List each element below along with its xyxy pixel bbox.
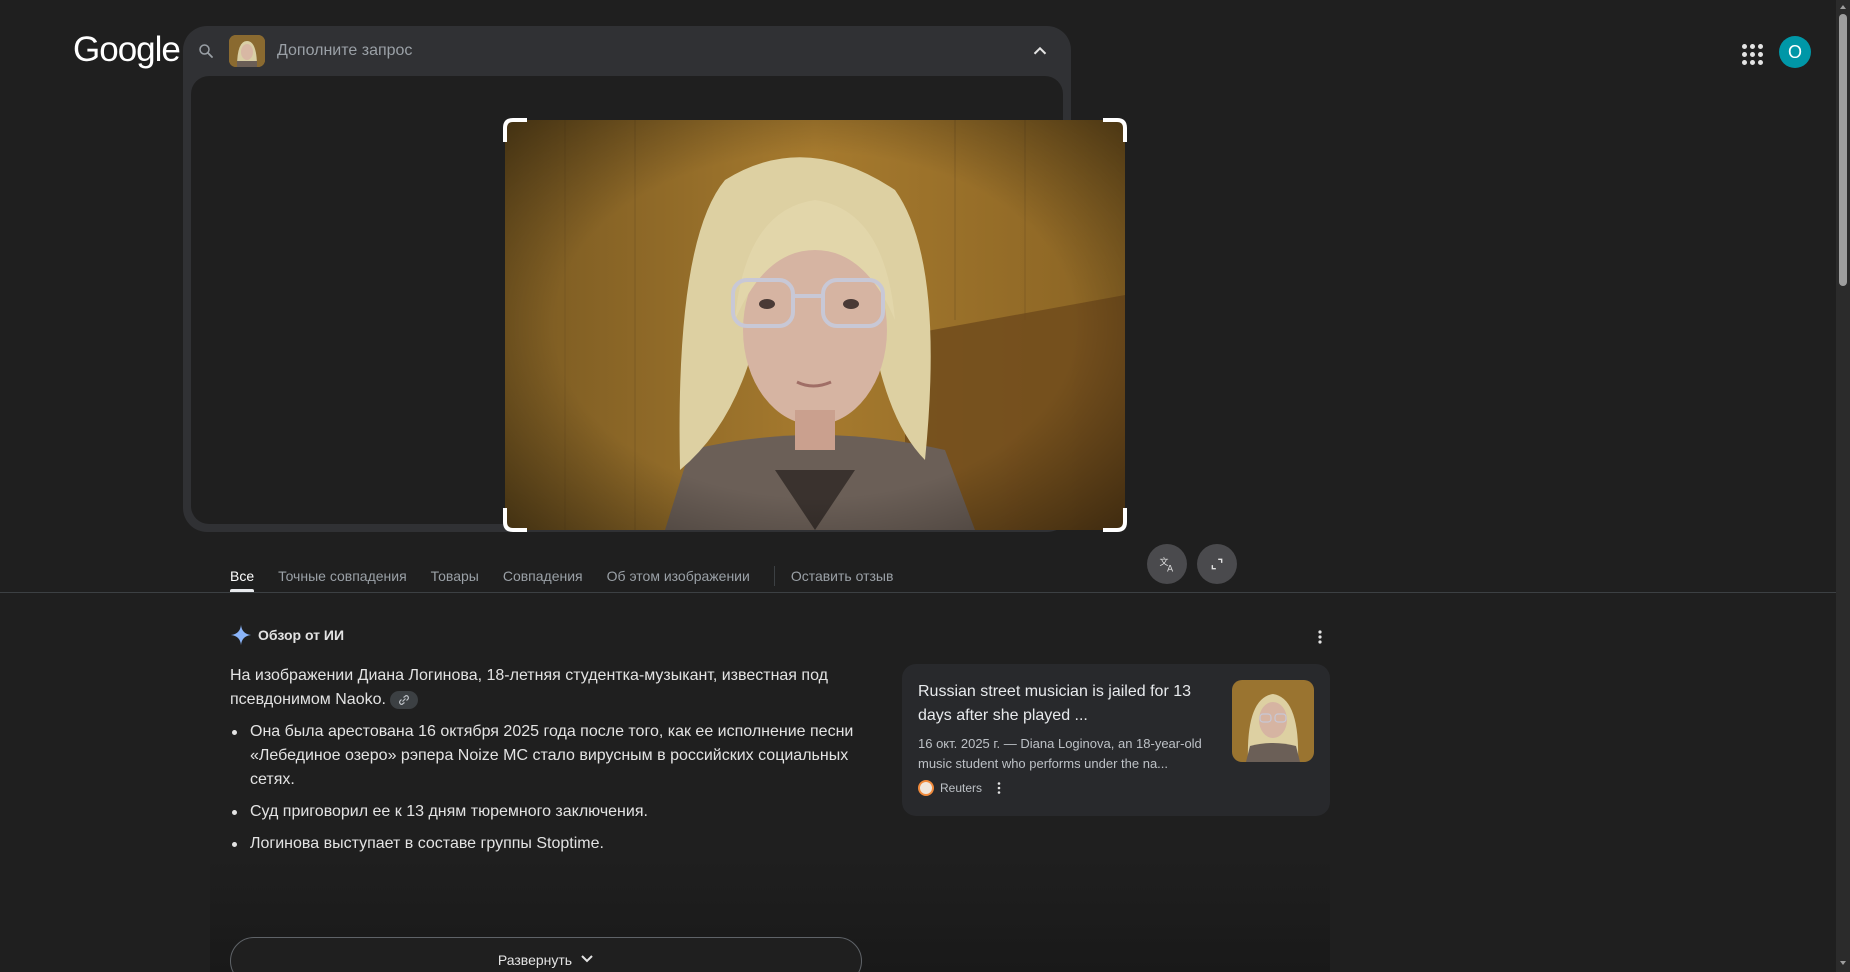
tabs-divider (0, 592, 1836, 593)
search-bar (183, 26, 1071, 76)
image-preview-area: 文 A (191, 76, 1237, 584)
list-item: Логинова выступает в составе группы Stop… (230, 832, 860, 856)
ai-overview-intro: На изображении Диана Логинова, 18-летняя… (230, 667, 828, 709)
tab-exact-matches[interactable]: Точные совпадения (278, 560, 407, 592)
ai-sparkle-icon (230, 624, 252, 646)
expand-button[interactable]: Развернуть (230, 937, 862, 972)
query-image-thumbnail[interactable] (229, 35, 265, 67)
tab-about-image[interactable]: Об этом изображении (607, 560, 750, 592)
list-item: Она была арестована 16 октября 2025 года… (230, 720, 860, 792)
page-scrollbar[interactable] (1836, 0, 1850, 972)
query-image[interactable] (505, 120, 1125, 530)
link-icon (398, 694, 409, 705)
tab-separator (773, 566, 775, 586)
account-avatar[interactable]: О (1779, 36, 1811, 68)
translate-icon: 文 A (1160, 556, 1175, 574)
ai-overview-title: Обзор от ИИ (258, 627, 345, 643)
ai-overview-bullets: Она была арестована 16 октября 2025 года… (230, 720, 860, 856)
more-options-icon[interactable] (996, 781, 1002, 795)
tab-feedback[interactable]: Оставить отзыв (791, 560, 894, 592)
tab-products[interactable]: Товары (431, 560, 479, 592)
source-attribution: Reuters (918, 780, 1002, 796)
source-card-title[interactable]: Russian street musician is jailed for 13… (918, 680, 1208, 728)
ai-overview-text: На изображении Диана Логинова, 18-летняя… (230, 664, 860, 864)
source-name[interactable]: Reuters (940, 781, 982, 795)
search-icon (199, 44, 213, 58)
source-link-chip[interactable] (389, 690, 418, 709)
source-card-snippet: 16 окт. 2025 г. — Diana Loginova, an 18-… (918, 736, 1202, 771)
result-tabs: Все Точные совпадения Товары Совпадения … (230, 560, 917, 592)
expand-label: Развернуть (497, 952, 573, 968)
ai-overview-header: Обзор от ИИ (230, 624, 344, 646)
scrollbar-thumb[interactable] (1839, 14, 1847, 286)
expand-arrows-icon (1211, 558, 1223, 570)
chevron-up-icon[interactable] (1029, 40, 1051, 62)
tab-all[interactable]: Все (230, 560, 255, 592)
fullscreen-button[interactable] (1197, 544, 1237, 584)
search-input[interactable] (277, 39, 917, 63)
list-item: Суд приговорил ее к 13 дням тюремного за… (230, 800, 860, 824)
scroll-down-arrow-icon[interactable] (1839, 959, 1847, 967)
tab-matches[interactable]: Совпадения (503, 560, 583, 592)
search-panel: 文 A (183, 26, 1237, 584)
google-logo[interactable]: Google (73, 30, 181, 70)
svg-text:A: A (1167, 565, 1174, 574)
page: Google О Дополните запрос 文 A Все Точные… (0, 0, 1850, 972)
apps-grid-icon[interactable] (1738, 40, 1766, 68)
scroll-up-arrow-icon[interactable] (1839, 3, 1847, 11)
source-card[interactable]: Russian street musician is jailed for 13… (902, 664, 1330, 816)
chevron-down-icon (581, 955, 593, 963)
translate-button[interactable]: 文 A (1147, 544, 1187, 584)
reuters-favicon-icon (918, 780, 934, 796)
more-options-icon[interactable] (1314, 628, 1326, 646)
source-card-thumbnail[interactable] (1232, 680, 1314, 762)
